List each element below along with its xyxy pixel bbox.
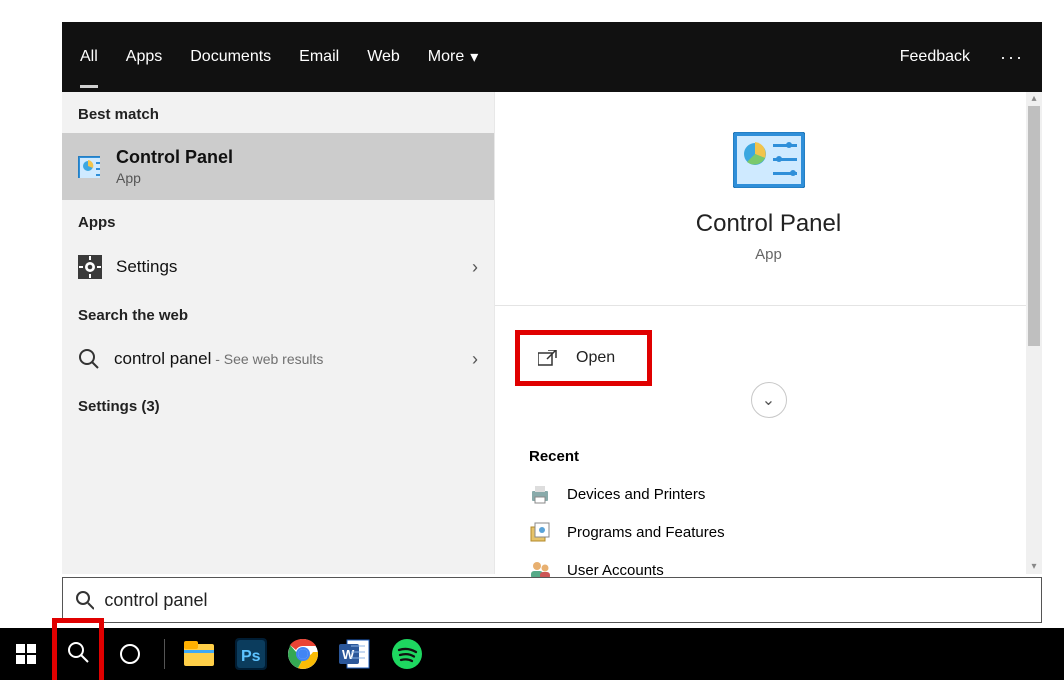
web-suffix: - See web results: [211, 351, 323, 367]
printer-icon: [529, 483, 551, 505]
result-web-search[interactable]: control panel - See web results ›: [62, 334, 494, 384]
spotify-icon[interactable]: [391, 638, 423, 670]
chevron-down-icon: ⌄: [762, 390, 775, 410]
svg-text:Ps: Ps: [241, 648, 261, 665]
recent-devices-printers[interactable]: Devices and Printers: [495, 475, 1042, 513]
recent-header: Recent: [495, 418, 1042, 475]
recent-programs-features[interactable]: Programs and Features: [495, 513, 1042, 551]
taskbar-search-button[interactable]: [52, 618, 104, 680]
best-match-title: Control Panel: [116, 147, 233, 168]
chevron-down-icon: ▾: [470, 47, 478, 67]
scroll-up-icon[interactable]: ▴: [1026, 92, 1042, 106]
chevron-right-icon: ›: [472, 349, 478, 370]
detail-subtitle: App: [755, 246, 782, 263]
cortana-button[interactable]: [104, 628, 156, 680]
search-icon: [67, 641, 89, 663]
taskbar-separator: [164, 639, 165, 669]
topbar-right: Feedback ···: [900, 47, 1024, 68]
programs-icon: [529, 521, 551, 543]
best-match-subtitle: App: [116, 170, 233, 186]
tab-all[interactable]: All: [80, 40, 98, 74]
start-button[interactable]: [0, 628, 52, 680]
tab-more-label: More: [428, 48, 464, 66]
apps-header: Apps: [62, 200, 494, 241]
results-left-column: Best match Control Panel App Apps Settin…: [62, 92, 494, 574]
taskbar: Ps W: [0, 628, 1064, 680]
scroll-down-icon[interactable]: ▾: [1026, 560, 1042, 574]
chevron-right-icon: ›: [472, 257, 478, 278]
recent-item-label: User Accounts: [567, 562, 664, 579]
filter-tab-bar: All Apps Documents Email Web More ▾ Feed…: [62, 22, 1042, 92]
search-icon: [75, 590, 94, 610]
recent-item-label: Programs and Features: [567, 524, 725, 541]
detail-pane: Control Panel App Open ⌄ Recent Devices …: [494, 92, 1042, 574]
feedback-link[interactable]: Feedback: [900, 48, 970, 66]
gear-icon: [78, 255, 102, 279]
web-query-text: control panel: [114, 349, 211, 368]
tab-email[interactable]: Email: [299, 40, 339, 74]
best-match-text: Control Panel App: [116, 147, 233, 186]
search-icon: [78, 348, 100, 370]
svg-text:W: W: [342, 647, 355, 662]
taskbar-pinned-apps: Ps W: [183, 638, 423, 670]
open-launch-icon: [538, 350, 558, 366]
open-label: Open: [576, 349, 615, 367]
detail-header: Control Panel App: [495, 92, 1042, 287]
tab-more[interactable]: More ▾: [428, 39, 478, 75]
open-action[interactable]: Open: [526, 339, 627, 377]
tab-apps[interactable]: Apps: [126, 40, 162, 74]
control-panel-icon: [78, 156, 100, 178]
more-ellipsis-icon[interactable]: ···: [1000, 47, 1024, 68]
tab-web[interactable]: Web: [367, 40, 400, 74]
scroll-thumb[interactable]: [1028, 106, 1040, 346]
settings-count-header: Settings (3): [62, 384, 494, 425]
results-scrollbar[interactable]: ▴ ▾: [1026, 92, 1042, 574]
web-header: Search the web: [62, 293, 494, 334]
expand-actions-button[interactable]: ⌄: [751, 382, 787, 418]
result-settings[interactable]: Settings ›: [62, 241, 494, 293]
result-settings-label: Settings: [116, 257, 458, 277]
result-web-label: control panel - See web results: [114, 349, 458, 369]
best-match-header: Best match: [62, 92, 494, 133]
best-match-item[interactable]: Control Panel App: [62, 133, 494, 200]
open-highlight: Open: [515, 330, 652, 386]
word-icon[interactable]: W: [339, 638, 371, 670]
tab-documents[interactable]: Documents: [190, 40, 271, 74]
chrome-icon[interactable]: [287, 638, 319, 670]
start-icon: [16, 644, 36, 664]
control-panel-icon: [733, 132, 805, 188]
file-explorer-icon[interactable]: [183, 638, 215, 670]
photoshop-icon[interactable]: Ps: [235, 638, 267, 670]
search-input[interactable]: [104, 590, 1029, 611]
search-results: Best match Control Panel App Apps Settin…: [62, 92, 1042, 574]
search-box[interactable]: [62, 577, 1042, 623]
cortana-icon: [119, 643, 141, 665]
tabs: All Apps Documents Email Web More ▾: [80, 39, 478, 75]
detail-title: Control Panel: [696, 210, 841, 238]
recent-item-label: Devices and Printers: [567, 486, 705, 503]
